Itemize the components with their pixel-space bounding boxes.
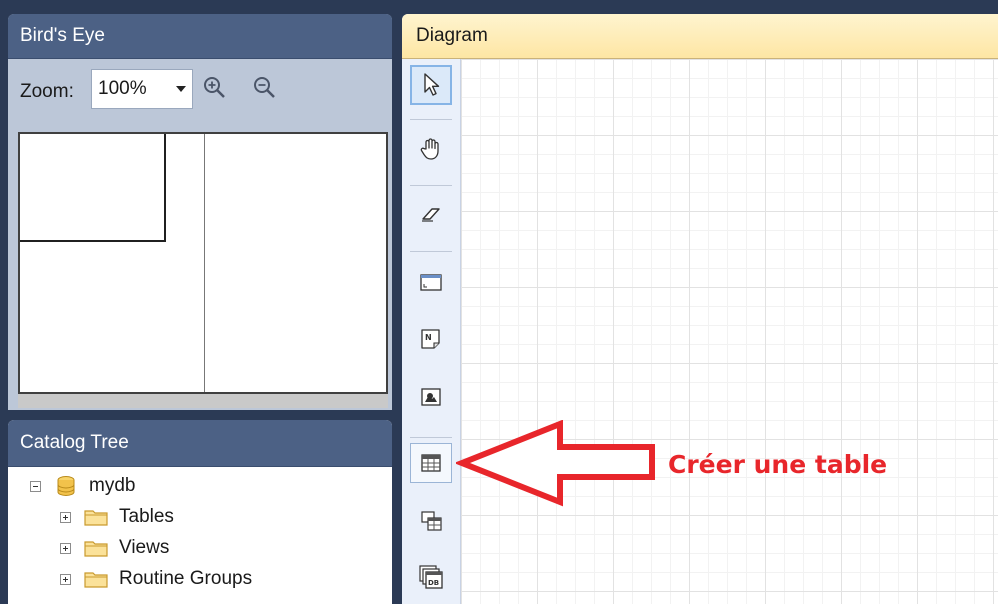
annotation-label: Créer une table <box>668 450 888 479</box>
tree-item-label: Tables <box>119 506 174 527</box>
tree-item-tables[interactable]: Tables <box>60 503 174 531</box>
layer-tool[interactable] <box>410 263 452 303</box>
eraser-icon <box>422 208 440 222</box>
catalog-tree-panel: Catalog Tree mydb Tables Views Routine G… <box>8 420 392 604</box>
note-icon: N <box>421 329 440 349</box>
zoom-label: Zoom: <box>20 81 74 102</box>
tree-item-routine-groups[interactable]: Routine Groups <box>60 565 252 593</box>
toolbar-separator <box>410 437 452 438</box>
toolbar-separator <box>410 119 452 120</box>
svg-text:DB: DB <box>428 579 439 587</box>
zoom-out-icon[interactable] <box>250 73 280 103</box>
view-tool[interactable] <box>410 501 452 541</box>
table-tool[interactable] <box>410 443 452 483</box>
view-icon <box>421 511 442 531</box>
toolbar-separator <box>410 251 452 252</box>
expand-icon[interactable] <box>60 542 71 554</box>
birds-eye-preview[interactable] <box>18 132 388 394</box>
routine-group-icon: DB <box>419 565 443 589</box>
tree-item-mydb[interactable]: mydb <box>30 472 135 500</box>
eraser-tool[interactable] <box>410 195 452 235</box>
hand-tool[interactable] <box>410 129 452 169</box>
catalog-tree-title: Catalog Tree <box>8 420 392 467</box>
image-tool[interactable] <box>410 377 452 417</box>
diagram-canvas[interactable] <box>461 59 998 604</box>
expand-icon[interactable] <box>60 511 71 523</box>
image-icon <box>421 388 441 406</box>
zoom-select[interactable]: 100% <box>91 69 193 109</box>
note-tool[interactable]: N <box>410 319 452 359</box>
select-tool[interactable] <box>410 65 452 105</box>
database-icon <box>57 476 75 496</box>
toolbar-separator <box>410 185 452 186</box>
tree-item-label: Views <box>119 537 170 558</box>
hand-icon <box>420 138 439 160</box>
zoom-value: 100% <box>98 78 147 99</box>
chevron-down-icon[interactable] <box>176 86 186 92</box>
expand-icon[interactable] <box>60 573 71 585</box>
table-icon <box>421 454 441 472</box>
folder-icon <box>84 541 108 557</box>
zoom-bar: Zoom: 100% <box>8 59 392 131</box>
preview-scroll-area <box>18 394 388 408</box>
page-divider <box>204 134 205 392</box>
birds-eye-title: Bird's Eye <box>8 14 392 59</box>
layer-icon <box>420 274 442 291</box>
svg-text:N: N <box>425 333 432 342</box>
pointer-icon <box>424 73 440 96</box>
collapse-icon[interactable] <box>30 480 41 492</box>
tree-item-label: mydb <box>89 475 136 496</box>
tree-item-views[interactable]: Views <box>60 534 169 562</box>
routine-group-tool[interactable]: DB <box>410 557 452 597</box>
diagram-toolbar: N DB <box>402 59 461 604</box>
folder-icon <box>84 572 108 588</box>
diagram-title: Diagram <box>402 14 998 59</box>
birds-eye-panel: Bird's Eye Zoom: 100% <box>8 14 392 410</box>
zoom-in-icon[interactable] <box>200 73 230 103</box>
folder-icon <box>84 510 108 526</box>
viewport-rectangle[interactable] <box>20 134 166 242</box>
tree-item-label: Routine Groups <box>119 568 253 589</box>
